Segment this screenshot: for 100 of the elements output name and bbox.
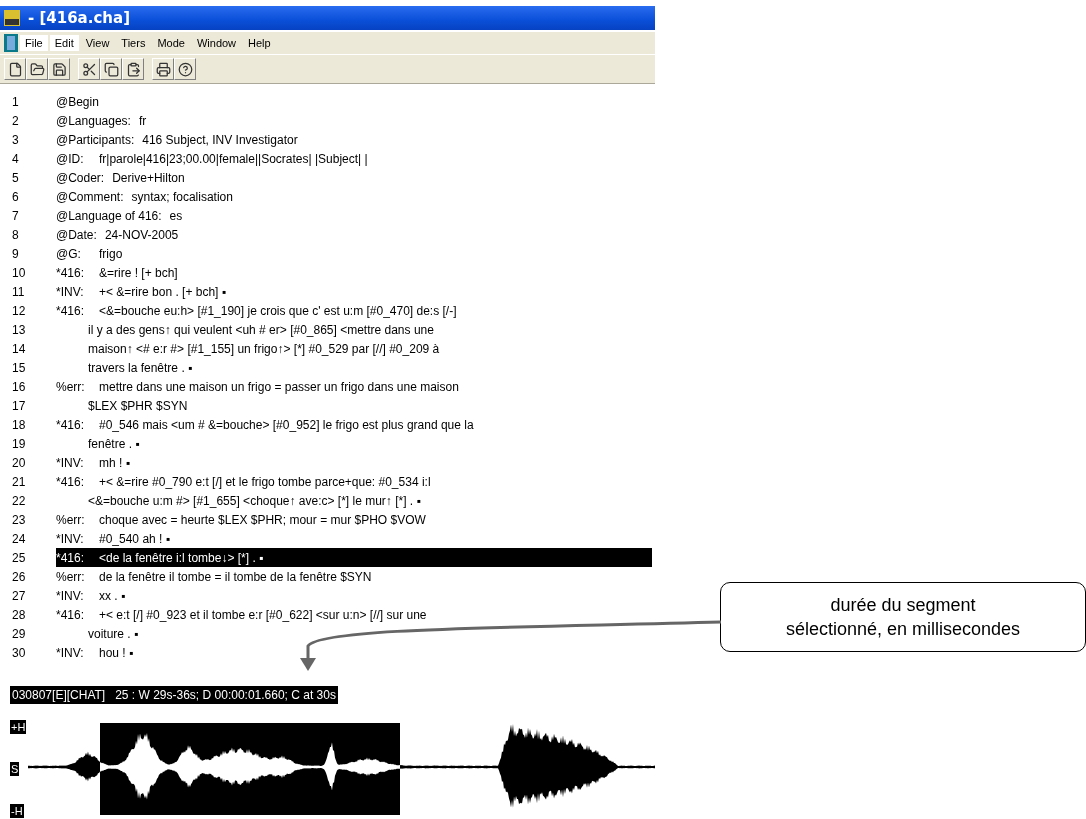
scissors-button[interactable]: [78, 58, 100, 80]
utterance-text: fr|parole|416|23;00.00|female||Socrates| |Subject| |: [99, 151, 368, 166]
line-number: 24: [11, 531, 27, 546]
transcript-line[interactable]: *416: <&=bouche eu:h> [#1_190] je crois que c' est u:m [#0_470] de:s [/-]: [56, 301, 652, 320]
transcript-line[interactable]: *INV: #0_540 ah ! ▪: [56, 529, 652, 548]
tier-label: @Begin: [56, 94, 100, 109]
line-number: 20: [11, 455, 27, 470]
transcript-line[interactable]: @Language of 416: es: [56, 206, 652, 225]
copy-button[interactable]: [100, 58, 122, 80]
printer-button[interactable]: [152, 58, 174, 80]
transcript-line[interactable]: @Languages: fr: [56, 111, 652, 130]
line-number: 11: [11, 284, 26, 299]
utterance-text: mh ! ▪: [99, 455, 130, 470]
open-folder-button[interactable]: [26, 58, 48, 80]
line-number: 28: [11, 607, 27, 622]
utterance-text: #0_546 mais <um # &=bouche> [#0_952] le frigo est plus grand que la: [99, 417, 474, 432]
transcript-line[interactable]: *416: &=rire ! [+ bch]: [56, 263, 652, 282]
line-number: 12: [11, 303, 27, 318]
menu-item[interactable]: Mode: [152, 35, 190, 51]
line-number: 2: [11, 113, 20, 128]
help-button[interactable]: [174, 58, 196, 80]
utterance-text: es: [169, 208, 183, 223]
line-number: 10: [11, 265, 27, 280]
transcript-line[interactable]: *INV: hou ! ▪: [56, 643, 652, 662]
new-file-button[interactable]: [4, 58, 26, 80]
transcript-line[interactable]: @Coder: Derive+Hilton: [56, 168, 652, 187]
scale-label: -H: [10, 804, 24, 818]
transcript-line[interactable]: il y a des gens↑ qui veulent <uh # er> [#0_865] <mettre dans une: [56, 320, 652, 339]
line-number: 21: [11, 474, 27, 489]
transcript-line[interactable]: *INV: +< &=rire bon . [+ bch] ▪: [56, 282, 652, 301]
line-number: 13: [11, 322, 27, 337]
line-number: 23: [11, 512, 27, 527]
transcript-line[interactable]: *INV: mh ! ▪: [56, 453, 652, 472]
save-button[interactable]: [48, 58, 70, 80]
transcript-line[interactable]: %err: de la fenêtre il tombe = il tombe de la fenêtre $SYN: [56, 567, 652, 586]
transcript-line[interactable]: @Comment: syntax; focalisation: [56, 187, 652, 206]
line-number: 25: [11, 550, 27, 565]
utterance-text: #0_540 ah ! ▪: [99, 531, 170, 546]
tier-label: *INV:: [56, 531, 85, 546]
scissors-icon: [81, 61, 97, 77]
line-number: 16: [11, 379, 27, 394]
utterance-text: +< e:t [/] #0_923 et il tombe e:r [#0_622] <sur u:n> [//] sur une: [99, 607, 427, 622]
tier-label: *416:: [56, 303, 86, 318]
app-icon: [4, 10, 20, 26]
tier-label: *416:: [56, 474, 86, 489]
tier-label: *INV:: [56, 455, 85, 470]
utterance-text: +< &=rire bon . [+ bch] ▪: [99, 284, 226, 299]
utterance-text: xx . ▪: [99, 588, 126, 603]
utterance-text: voiture . ▪: [88, 626, 139, 641]
transcript-line[interactable]: @Date: 24-NOV-2005: [56, 225, 652, 244]
menu-item[interactable]: File: [20, 35, 48, 51]
menu-item[interactable]: View: [80, 35, 115, 51]
transcript-line[interactable]: %err: choque avec = heurte $LEX $PHR; mour = mur $PHO $VOW: [56, 510, 652, 529]
utterance-text: Derive+Hilton: [112, 170, 185, 185]
tier-label: %err:: [56, 512, 86, 527]
tier-label: @Comment:: [56, 189, 125, 204]
tier-label: *INV:: [56, 645, 85, 660]
menu-item[interactable]: Edit: [49, 35, 79, 51]
menu-item[interactable]: Help: [243, 35, 276, 51]
transcript-line[interactable]: @Participants: 416 Subject, INV Investigator: [56, 130, 652, 149]
transcript-line[interactable]: *416: +< &=rire #0_790 e:t [/] et le frigo tombe parce+que: #0_534 i:l: [56, 472, 652, 491]
utterance-text: mettre dans une maison un frigo = passer un frigo dans une maison: [99, 379, 459, 394]
utterance-text: syntax; focalisation: [131, 189, 233, 204]
tier-label: @Coder:: [56, 170, 106, 185]
tier-label: *INV:: [56, 588, 85, 603]
save-icon: [51, 61, 67, 77]
utterance-text: maison↑ <# e:r #> [#1_155] un frigo↑> [*] #0_529 par [//] #0_209 à: [88, 341, 440, 356]
help-icon: [177, 61, 193, 77]
transcript-line[interactable]: *416: #0_546 mais <um # &=bouche> [#0_952] le frigo est plus grand que la: [56, 415, 652, 434]
utterance-text: il y a des gens↑ qui veulent <uh # er> [#0_865] <mettre dans une: [88, 322, 434, 337]
transcript-line[interactable]: %err: mettre dans une maison un frigo = passer un frigo dans une maison: [56, 377, 652, 396]
transcript-line[interactable]: <&=bouche u:m #> [#1_655] <choque↑ ave:c> [*] le mur↑ [*] . ▪: [56, 491, 652, 510]
waveform-drawing[interactable]: [28, 720, 655, 818]
menu-item[interactable]: Window: [191, 35, 242, 51]
transcript-line[interactable]: *416: +< e:t [/] #0_923 et il tombe e:r [#0_622] <sur u:n> [//] sur une: [56, 605, 652, 624]
line-number: 3: [11, 132, 20, 147]
transcript-line[interactable]: fenêtre . ▪: [56, 434, 652, 453]
transcript-line[interactable]: voiture . ▪: [56, 624, 652, 643]
utterance-text: fr: [138, 113, 147, 128]
scale-label: +H: [10, 720, 27, 734]
new-file-icon: [7, 61, 23, 77]
callout-note: durée du segment sélectionné, en millisecondes: [720, 582, 1086, 652]
line-number: 29: [11, 626, 27, 641]
line-number: 17: [11, 398, 27, 413]
line-number: 5: [11, 170, 20, 185]
transcript-line[interactable]: *INV: xx . ▪: [56, 586, 652, 605]
menu-item[interactable]: Tiers: [116, 35, 151, 51]
tier-label: *416:: [56, 265, 86, 280]
document-icon: [4, 34, 18, 52]
transcript-line[interactable]: @Begin: [56, 92, 652, 111]
transcript-line[interactable]: @ID: fr|parole|416|23;00.00|female||Socrates| |Subject| |: [56, 149, 652, 168]
paste-button[interactable]: [122, 58, 144, 80]
transcript-line[interactable]: maison↑ <# e:r #> [#1_155] un frigo↑> [*] #0_529 par [//] #0_209 à: [56, 339, 652, 358]
transcript-line[interactable]: $LEX $PHR $SYN: [56, 396, 652, 415]
status-bar: 030807[E][CHAT] 25 : W 29s-36s; D 00:00:01.660; C at 30s: [10, 686, 338, 704]
copy-icon: [103, 61, 119, 77]
transcript-line[interactable]: @G: frigo: [56, 244, 652, 263]
tier-label: *416:: [56, 607, 86, 622]
transcript-line[interactable]: travers la fenêtre . ▪: [56, 358, 652, 377]
line-number: 18: [11, 417, 27, 432]
